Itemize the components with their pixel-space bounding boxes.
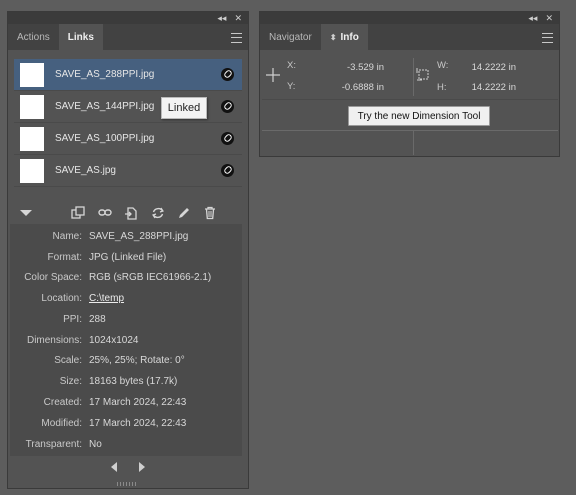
update-link-icon[interactable] [151, 206, 165, 220]
info-label: Size: [59, 376, 82, 387]
panel-menu-icon[interactable] [542, 33, 553, 43]
w-label: W: [437, 60, 449, 71]
thumbnail [20, 94, 44, 119]
expand-triangle-icon[interactable] [20, 210, 32, 216]
link-row[interactable]: SAVE_AS.jpg [14, 155, 242, 187]
info-label: Scale: [54, 355, 82, 366]
info-value: 288 [89, 314, 106, 325]
divider-vertical [413, 58, 414, 96]
info-value: 17 March 2024, 22:43 [89, 397, 187, 408]
info-value: 17 March 2024, 22:43 [89, 418, 187, 429]
collapse-icon[interactable]: ◂◂ [528, 13, 537, 23]
h-value: 14.2222 in [471, 82, 516, 93]
linked-tooltip: Linked [161, 97, 207, 119]
info-row: Transparent: No [10, 439, 242, 453]
info-row: PPI: 288 [10, 314, 242, 328]
thumbnail [20, 126, 44, 151]
link-name: SAVE_AS_100PPI.jpg [55, 133, 155, 144]
divider-horizontal [262, 99, 558, 100]
x-label: X: [287, 60, 296, 71]
tab-info[interactable]: ⬍ Info [320, 24, 368, 50]
link-name: SAVE_AS.jpg [55, 165, 116, 176]
info-row: Color Space: RGB (sRGB IEC61966-2.1) [10, 272, 242, 286]
try-dimension-tool-button[interactable]: Try the new Dimension Tool [348, 106, 490, 126]
y-value: -0.6888 in [341, 82, 384, 93]
info-value: JPG (Linked File) [89, 252, 167, 263]
pencil-icon[interactable] [177, 206, 191, 220]
resize-grip-icon[interactable] [117, 482, 137, 486]
link-info-box: Name: SAVE_AS_288PPI.jpg Format: JPG (Li… [10, 224, 242, 456]
divider-vertical [413, 131, 414, 155]
info-label: Modified: [41, 418, 82, 429]
crosshair-icon [266, 68, 280, 82]
info-row: Modified: 17 March 2024, 22:43 [10, 418, 242, 432]
info-label: Name: [52, 231, 82, 242]
info-value: 25%, 25%; Rotate: 0° [89, 355, 185, 366]
link-name: SAVE_AS_144PPI.jpg [55, 101, 155, 112]
info-tabbar: Navigator ⬍ Info [260, 24, 559, 50]
link-name: SAVE_AS_288PPI.jpg [55, 69, 155, 80]
link-row[interactable]: SAVE_AS_100PPI.jpg [14, 123, 242, 155]
info-label: Location: [41, 293, 82, 304]
info-label: Color Space: [24, 272, 82, 283]
link-status-icon[interactable] [221, 100, 234, 113]
tab-links[interactable]: Links [58, 24, 103, 50]
links-toolbar [8, 202, 242, 224]
info-value: 1024x1024 [89, 335, 139, 346]
info-row: Size: 18163 bytes (17.7k) [10, 376, 242, 390]
info-row: Dimensions: 1024x1024 [10, 335, 242, 349]
links-tabbar: Actions Links [8, 24, 248, 50]
info-label: Transparent: [25, 439, 82, 450]
trash-icon[interactable] [203, 206, 217, 220]
h-label: H: [437, 82, 447, 93]
link-status-icon[interactable] [221, 68, 234, 81]
tab-info-label: Info [340, 31, 359, 43]
link-status-icon[interactable] [221, 164, 234, 177]
dimension-box-icon [416, 67, 430, 81]
info-pager [111, 462, 151, 474]
info-value: No [89, 439, 102, 450]
link-row[interactable]: SAVE_AS_288PPI.jpg [14, 59, 242, 91]
tab-navigator[interactable]: Navigator [260, 24, 321, 50]
panel-title-strip: ◂◂ ✕ [260, 12, 559, 24]
go-to-link-icon[interactable] [98, 206, 112, 220]
thumbnail [20, 62, 44, 87]
panel-title-strip: ◂◂ ✕ [8, 12, 248, 24]
info-row: Format: JPG (Linked File) [10, 252, 242, 266]
info-row: Location: C:\temp [10, 293, 242, 307]
close-icon[interactable]: ✕ [545, 13, 553, 23]
x-value: -3.529 in [347, 62, 384, 73]
y-label: Y: [287, 81, 296, 92]
links-list: SAVE_AS_288PPI.jpg SAVE_AS_144PPI.jpg SA… [14, 59, 242, 187]
info-value: RGB (sRGB IEC61966-2.1) [89, 272, 212, 283]
info-value: 18163 bytes (17.7k) [89, 376, 178, 387]
location-link[interactable]: C:\temp [89, 293, 124, 304]
close-icon[interactable]: ✕ [234, 13, 242, 23]
link-status-icon[interactable] [221, 132, 234, 145]
edit-original-icon[interactable] [124, 206, 138, 220]
link-row[interactable]: SAVE_AS_144PPI.jpg [14, 91, 242, 123]
info-label: Created: [43, 397, 82, 408]
info-row: Scale: 25%, 25%; Rotate: 0° [10, 355, 242, 369]
info-label: Dimensions: [26, 335, 82, 346]
collapse-icon[interactable]: ◂◂ [217, 13, 226, 23]
info-label: Format: [47, 252, 82, 263]
previous-arrow-icon[interactable] [111, 462, 117, 472]
info-value: SAVE_AS_288PPI.jpg [89, 231, 189, 242]
divider-horizontal [262, 130, 558, 131]
relink-icon[interactable] [71, 206, 85, 220]
thumbnail [20, 158, 44, 183]
info-row: Name: SAVE_AS_288PPI.jpg [10, 231, 242, 245]
panel-menu-icon[interactable] [231, 33, 242, 43]
info-label: PPI: [63, 314, 82, 325]
next-arrow-icon[interactable] [139, 462, 145, 472]
tab-actions[interactable]: Actions [8, 24, 59, 50]
w-value: 14.2222 in [471, 62, 516, 73]
sort-chevrons-icon: ⬍ [329, 32, 337, 42]
info-row: Created: 17 March 2024, 22:43 [10, 397, 242, 411]
